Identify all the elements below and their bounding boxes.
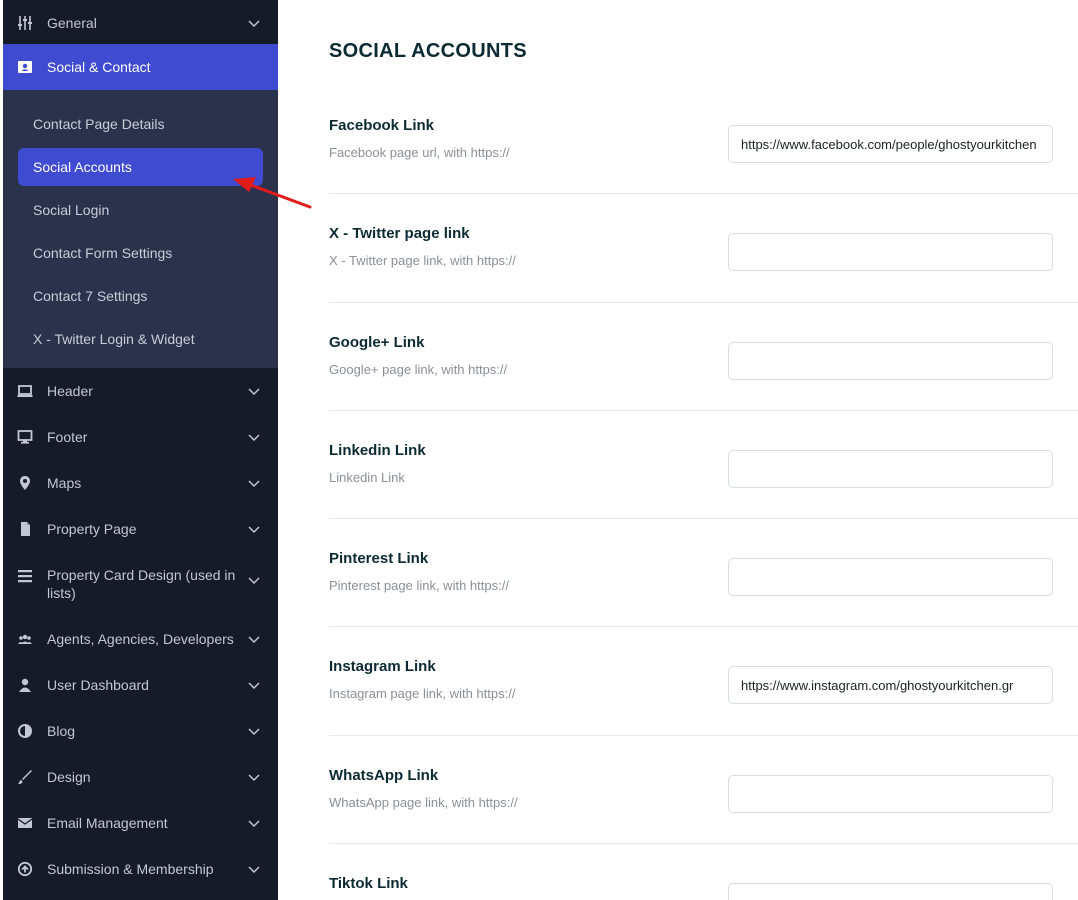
submenu-social-accounts[interactable]: Social Accounts — [18, 148, 263, 186]
chevron-down-icon — [248, 820, 260, 828]
chevron-down-icon — [248, 526, 260, 534]
chevron-down-icon — [248, 636, 260, 644]
social-contact-submenu: Contact Page Details Social Accounts Soc… — [3, 90, 278, 368]
menu-footer[interactable]: Footer — [3, 414, 278, 460]
menu-email-management-label: Email Management — [47, 815, 168, 831]
field-pinterest-link: Pinterest Link Pinterest page link, with… — [329, 550, 1078, 610]
field-label: Google+ Link — [329, 334, 425, 351]
linkedin-link-input[interactable] — [728, 450, 1053, 488]
field-twitter-link: X - Twitter page link X - Twitter page l… — [329, 225, 1078, 285]
field-linkedin-link: Linkedin Link Linkedin Link — [329, 442, 1078, 502]
menu-property-card-design[interactable]: Property Card Design (used in lists) — [3, 552, 278, 616]
menu-general-label: General — [47, 15, 97, 31]
monitor-icon — [17, 429, 33, 445]
chevron-down-icon — [248, 728, 260, 736]
pinterest-link-input[interactable] — [728, 558, 1053, 596]
google-plus-link-input[interactable] — [728, 342, 1053, 380]
divider — [329, 626, 1078, 627]
field-label: Tiktok Link — [329, 875, 408, 892]
chevron-down-icon — [248, 480, 260, 488]
divider — [329, 735, 1078, 736]
chevron-down-icon — [248, 866, 260, 874]
field-tiktok-link: Tiktok Link — [329, 875, 1078, 900]
field-description: Facebook page url, with https:// — [329, 145, 510, 160]
field-description: Instagram page link, with https:// — [329, 686, 516, 701]
document-icon — [17, 521, 33, 537]
contact-card-icon — [17, 59, 33, 75]
field-label: Facebook Link — [329, 117, 435, 134]
menu-social-contact-label: Social & Contact — [47, 59, 151, 75]
users-icon — [17, 631, 33, 647]
menu-property-page[interactable]: Property Page — [3, 506, 278, 552]
field-google-plus-link: Google+ Link Google+ page link, with htt… — [329, 334, 1078, 394]
facebook-link-input[interactable] — [728, 125, 1053, 163]
menu-submission-membership-label: Submission & Membership — [47, 861, 214, 877]
sidebar: General Social & Contact Contact Page De… — [3, 0, 278, 900]
submenu-twitter-login-widget[interactable]: X - Twitter Login & Widget — [18, 320, 263, 358]
chevron-down-icon — [248, 434, 260, 442]
chevron-down-icon — [248, 388, 260, 396]
divider — [329, 843, 1078, 844]
submenu-contact-form-settings[interactable]: Contact Form Settings — [18, 234, 263, 272]
submenu-contact-7-settings[interactable]: Contact 7 Settings — [18, 277, 263, 315]
tiktok-link-input[interactable] — [728, 883, 1053, 900]
menu-submission-membership[interactable]: Submission & Membership — [3, 846, 278, 892]
list-icon — [17, 568, 33, 584]
envelope-icon — [17, 815, 33, 831]
field-label: Linkedin Link — [329, 442, 426, 459]
chevron-down-icon — [248, 577, 260, 585]
field-description: Google+ page link, with https:// — [329, 362, 508, 377]
menu-agents-agencies-developers[interactable]: Agents, Agencies, Developers — [3, 616, 278, 662]
twitter-link-input[interactable] — [728, 233, 1053, 271]
field-label: Instagram Link — [329, 658, 436, 675]
field-label: WhatsApp Link — [329, 767, 439, 784]
menu-user-dashboard[interactable]: User Dashboard — [3, 662, 278, 708]
submenu-social-login[interactable]: Social Login — [18, 191, 263, 229]
chevron-down-icon — [248, 682, 260, 690]
field-facebook-link: Facebook Link Facebook page url, with ht… — [329, 117, 1078, 177]
sliders-icon — [17, 15, 33, 31]
user-icon — [17, 677, 33, 693]
field-description: X - Twitter page link, with https:// — [329, 253, 516, 268]
brush-icon — [17, 769, 33, 785]
map-pin-icon — [17, 475, 33, 491]
menu-design[interactable]: Design — [3, 754, 278, 800]
page-title: SOCIAL ACCOUNTS — [329, 40, 527, 62]
half-circle-icon — [17, 723, 33, 739]
whatsapp-link-input[interactable] — [728, 775, 1053, 813]
field-instagram-link: Instagram Link Instagram page link, with… — [329, 658, 1078, 718]
field-whatsapp-link: WhatsApp Link WhatsApp page link, with h… — [329, 767, 1078, 827]
chevron-down-icon — [248, 774, 260, 782]
instagram-link-input[interactable] — [728, 666, 1053, 704]
menu-header-label: Header — [47, 383, 93, 399]
menu-general[interactable]: General — [3, 0, 278, 46]
menu-agents-label: Agents, Agencies, Developers — [47, 631, 234, 647]
menu-design-label: Design — [47, 769, 91, 785]
divider — [329, 193, 1078, 194]
divider — [329, 518, 1078, 519]
menu-email-management[interactable]: Email Management — [3, 800, 278, 846]
menu-property-card-design-label: Property Card Design (used in lists) — [47, 567, 236, 601]
divider — [329, 410, 1078, 411]
submenu-contact-page-details[interactable]: Contact Page Details — [18, 105, 263, 143]
laptop-icon — [17, 383, 33, 399]
menu-social-contact[interactable]: Social & Contact — [3, 44, 278, 90]
menu-user-dashboard-label: User Dashboard — [47, 677, 149, 693]
field-description: Linkedin Link — [329, 470, 405, 485]
menu-blog-label: Blog — [47, 723, 76, 739]
field-label: Pinterest Link — [329, 550, 429, 567]
upload-circle-icon — [17, 861, 33, 877]
field-description: Pinterest page link, with https:// — [329, 578, 509, 593]
menu-footer-label: Footer — [47, 429, 88, 445]
menu-blog[interactable]: Blog — [3, 708, 278, 754]
divider — [329, 302, 1078, 303]
menu-property-page-label: Property Page — [47, 521, 137, 537]
menu-maps[interactable]: Maps — [3, 460, 278, 506]
field-description: WhatsApp page link, with https:// — [329, 795, 518, 810]
menu-maps-label: Maps — [47, 475, 82, 491]
menu-header[interactable]: Header — [3, 368, 278, 414]
field-label: X - Twitter page link — [329, 225, 470, 242]
chevron-down-icon — [248, 20, 260, 28]
